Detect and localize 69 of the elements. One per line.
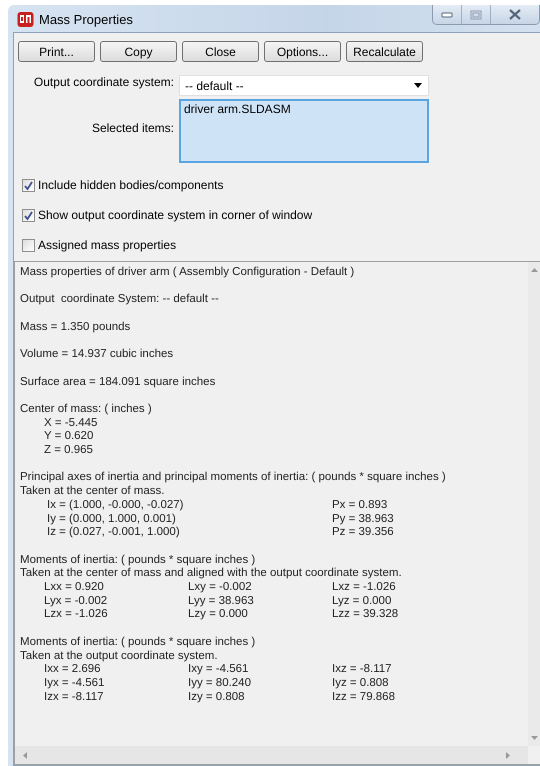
report-line: Surface area = 184.091 square inches	[20, 376, 216, 390]
checkbox[interactable]	[22, 208, 35, 222]
window-title: Mass Properties	[39, 12, 133, 27]
report-line: Taken at the output coordinate system.	[20, 650, 219, 664]
close-icon	[509, 9, 521, 20]
toolbar-button[interactable]: Copy	[100, 41, 177, 62]
report-line: Mass properties of driver arm ( Assembly Configuration - Default )	[20, 266, 356, 280]
checkbox[interactable]	[22, 178, 35, 192]
report-value: Ix = (1.000, -0.000, -0.027)	[46, 498, 184, 513]
report-value: Lzx = -1.026	[44, 608, 109, 622]
report-line: Center of mass: ( inches )	[20, 402, 153, 417]
dropdown-arrow-icon	[414, 83, 422, 88]
toolbar-button[interactable]: Close	[182, 41, 259, 62]
report-value: Izz = 79.868	[332, 690, 396, 704]
report-value: Ixz = -8.117	[332, 663, 393, 677]
report-value: Y = 0.620	[44, 430, 94, 444]
report-value: Lyz = 0.000	[332, 594, 392, 608]
selected-item[interactable]: driver arm.SLDASM	[184, 102, 424, 116]
report-value: Px = 0.893	[332, 498, 388, 513]
scroll-left-icon	[23, 752, 27, 758]
report-line: Moments of inertia: ( pounds * square inches )	[20, 636, 256, 650]
report-line: Volume = 14.937 cubic inches	[20, 348, 174, 362]
report-value: Iyz = 0.808	[332, 676, 390, 691]
report-value: X = -5.445	[44, 416, 98, 430]
report-line: Taken at the center of mass.	[20, 485, 166, 499]
minimize-button[interactable]	[433, 5, 461, 24]
toolbar-button[interactable]: Options...	[264, 41, 341, 62]
scroll-down-icon	[530, 736, 538, 740]
report-line: Mass = 1.350 pounds	[20, 320, 132, 334]
coordinate-system-label: Output coordinate system:	[32, 75, 175, 89]
report-value: Iyx = -4.561	[44, 676, 106, 691]
checkbox[interactable]	[22, 238, 35, 252]
report-value: Lzz = 39.328	[332, 608, 400, 622]
report-value: Iy = (0.000, 1.000, 0.001)	[46, 512, 177, 526]
app-logo-icon	[17, 11, 34, 28]
minimize-icon	[441, 12, 453, 18]
scroll-right-icon	[506, 752, 510, 758]
report-value: Py = 38.963	[332, 512, 395, 526]
selected-items-list[interactable]: driver arm.SLDASM	[179, 99, 429, 163]
report-value: Ixx = 2.696	[44, 663, 102, 677]
report-value: Pz = 39.356	[332, 526, 395, 540]
report-value: Lyx = -0.002	[44, 594, 108, 608]
report-value: Izy = 0.808	[188, 690, 246, 704]
report-line: Taken at the center of mass and aligned with the output coordinate system.	[20, 567, 403, 582]
report-value: Lyy = 38.963	[188, 594, 255, 608]
scroll-up-icon	[530, 268, 538, 272]
checkbox-label: Assigned mass properties	[38, 238, 176, 252]
selected-items-label: Selected items:	[90, 121, 175, 135]
report-line: Moments of inertia: ( pounds * square inches )	[20, 554, 256, 568]
report-value: Lxx = 0.920	[44, 581, 105, 595]
report-value: Ixy = -4.561	[188, 663, 250, 677]
checkbox-label: Show output coordinate system in corner of window	[38, 208, 312, 222]
report-value: Z = 0.965	[44, 444, 94, 458]
report-line: Principal axes of inertia and principal moments of inertia: ( pounds * square inches )	[20, 471, 447, 486]
horizontal-scrollbar[interactable]	[15, 746, 528, 764]
close-button[interactable]	[490, 5, 539, 24]
report-value: Iyy = 80.240	[188, 676, 252, 691]
toolbar-button[interactable]: Recalculate	[346, 41, 423, 62]
vertical-scrollbar[interactable]	[528, 262, 540, 746]
report-line: Output coordinate System: -- default --	[20, 293, 220, 308]
report-value: Lxz = -1.026	[332, 581, 397, 595]
report-value: Iz = (0.027, -0.001, 1.000)	[46, 526, 181, 540]
report-value: Lxy = -0.002	[188, 581, 253, 595]
coordinate-system-dropdown[interactable]: -- default --	[179, 75, 429, 96]
report-value: Izx = -8.117	[44, 690, 105, 704]
toolbar-button[interactable]: Print...	[18, 41, 95, 62]
maximize-icon	[470, 10, 482, 20]
report-value: Lzy = 0.000	[188, 608, 249, 622]
checkbox-label: Include hidden bodies/components	[38, 178, 224, 192]
